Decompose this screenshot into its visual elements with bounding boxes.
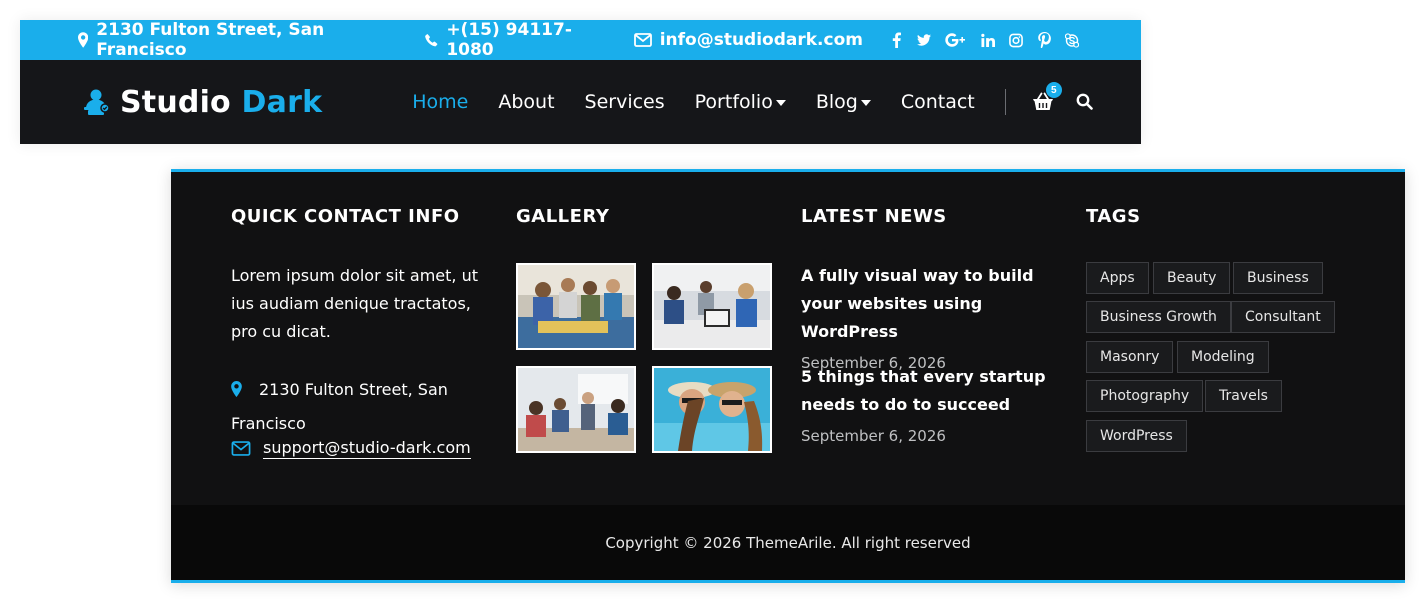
gallery-thumbnail[interactable] xyxy=(516,263,636,350)
tag-link[interactable]: Modeling xyxy=(1177,341,1269,373)
map-marker-icon xyxy=(231,376,245,408)
nav-item-services[interactable]: Services xyxy=(585,91,665,113)
topbar-phone[interactable]: +(15) 94117-1080 xyxy=(425,20,607,60)
copyright-bar: Copyright © 2026 ThemeArile. All right r… xyxy=(171,505,1405,580)
widget-title: LATEST NEWS xyxy=(801,206,947,227)
gallery-thumbnail[interactable] xyxy=(652,263,772,350)
gallery-thumbnail[interactable] xyxy=(516,366,636,453)
google-plus-icon[interactable] xyxy=(945,32,967,48)
facebook-icon[interactable] xyxy=(889,32,903,48)
site-footer: QUICK CONTACT INFO Lorem ipsum dolor sit… xyxy=(171,169,1405,583)
tag-link[interactable]: Travels xyxy=(1205,380,1282,412)
envelope-icon xyxy=(633,33,652,47)
search-button[interactable] xyxy=(1076,93,1094,111)
tag-link[interactable]: Business Growth xyxy=(1086,301,1231,333)
news-date: September 6, 2026 xyxy=(801,427,946,445)
instagram-icon[interactable] xyxy=(1009,32,1023,48)
gallery-thumbnail[interactable] xyxy=(652,366,772,453)
cart-count-badge: 5 xyxy=(1045,82,1062,98)
news-title-link[interactable]: A fully visual way to build your website… xyxy=(801,262,1061,346)
primary-menu: Home About Services Portfolio Blog Conta… xyxy=(412,82,1094,115)
news-item: 5 things that every startup needs to do … xyxy=(801,363,1061,445)
site-logo[interactable]: Studio Dark xyxy=(80,85,322,120)
tag-link[interactable]: Business xyxy=(1233,262,1323,294)
pinterest-icon[interactable] xyxy=(1037,32,1051,48)
contact-address: 2130 Fulton Street, San Francisco xyxy=(231,374,491,440)
tag-link[interactable]: Beauty xyxy=(1153,262,1231,294)
phone-icon xyxy=(425,34,438,47)
logo-icon xyxy=(84,89,110,115)
logo-text: Studio Dark xyxy=(120,85,322,120)
news-title-link[interactable]: 5 things that every startup needs to do … xyxy=(801,363,1061,419)
widget-title: TAGS xyxy=(1086,206,1141,227)
logo-text-accent: Dark xyxy=(241,84,323,120)
contact-email-link[interactable]: support@studio-dark.com xyxy=(263,438,471,459)
nav-item-label: Portfolio xyxy=(694,91,773,113)
about-text: Lorem ipsum dolor sit amet, ut ius audia… xyxy=(231,266,478,341)
map-marker-icon xyxy=(78,32,89,48)
topbar-address-text: 2130 Fulton Street, San Francisco xyxy=(96,20,325,60)
cart-button[interactable]: 5 xyxy=(1032,82,1062,112)
footer-widgets: QUICK CONTACT INFO Lorem ipsum dolor sit… xyxy=(171,172,1405,505)
logo-text-primary: Studio xyxy=(120,84,231,120)
contact-address-text: 2130 Fulton Street, San Francisco xyxy=(231,380,448,433)
topbar-phone-text: +(15) 94117-1080 xyxy=(446,20,572,60)
search-icon xyxy=(1076,93,1093,110)
topbar-email-text: info@studiodark.com xyxy=(659,30,863,50)
contact-email: support@studio-dark.com xyxy=(231,438,491,459)
nav-item-portfolio[interactable]: Portfolio xyxy=(695,91,786,113)
news-item: A fully visual way to build your website… xyxy=(801,262,1061,372)
twitter-icon[interactable] xyxy=(917,32,931,48)
nav-item-label: Services xyxy=(584,91,665,113)
main-navbar: Studio Dark Home About Services Portfoli… xyxy=(20,60,1141,144)
envelope-icon xyxy=(231,441,251,456)
nav-item-label: About xyxy=(498,91,555,113)
linkedin-icon[interactable] xyxy=(981,32,995,48)
skype-icon[interactable] xyxy=(1065,32,1079,48)
nav-divider xyxy=(1004,89,1006,115)
tag-link[interactable]: Masonry xyxy=(1086,341,1174,373)
copyright-text: Copyright © 2026 ThemeArile. All right r… xyxy=(605,533,971,552)
nav-item-label: Blog xyxy=(815,91,858,113)
nav-item-label: Home xyxy=(412,91,469,113)
nav-item-label: Contact xyxy=(900,91,975,113)
site-header: 2130 Fulton Street, San Francisco +(15) … xyxy=(20,20,1141,144)
nav-item-blog[interactable]: Blog xyxy=(816,91,871,113)
caret-down-icon xyxy=(775,100,786,106)
tag-link[interactable]: Photography xyxy=(1086,380,1204,412)
social-links xyxy=(889,32,1079,48)
caret-down-icon xyxy=(860,100,871,106)
top-info-bar: 2130 Fulton Street, San Francisco +(15) … xyxy=(20,20,1141,60)
widget-title: QUICK CONTACT INFO xyxy=(231,206,460,227)
tag-link[interactable]: Consultant xyxy=(1231,301,1335,333)
tag-link[interactable]: Apps xyxy=(1086,262,1149,294)
topbar-email[interactable]: info@studiodark.com xyxy=(633,30,863,50)
nav-item-about[interactable]: About xyxy=(498,91,554,113)
nav-item-contact[interactable]: Contact xyxy=(901,91,975,113)
nav-item-home[interactable]: Home xyxy=(412,91,468,113)
widget-title: GALLERY xyxy=(516,206,610,227)
topbar-address: 2130 Fulton Street, San Francisco xyxy=(78,20,399,60)
tag-link[interactable]: WordPress xyxy=(1086,420,1187,452)
